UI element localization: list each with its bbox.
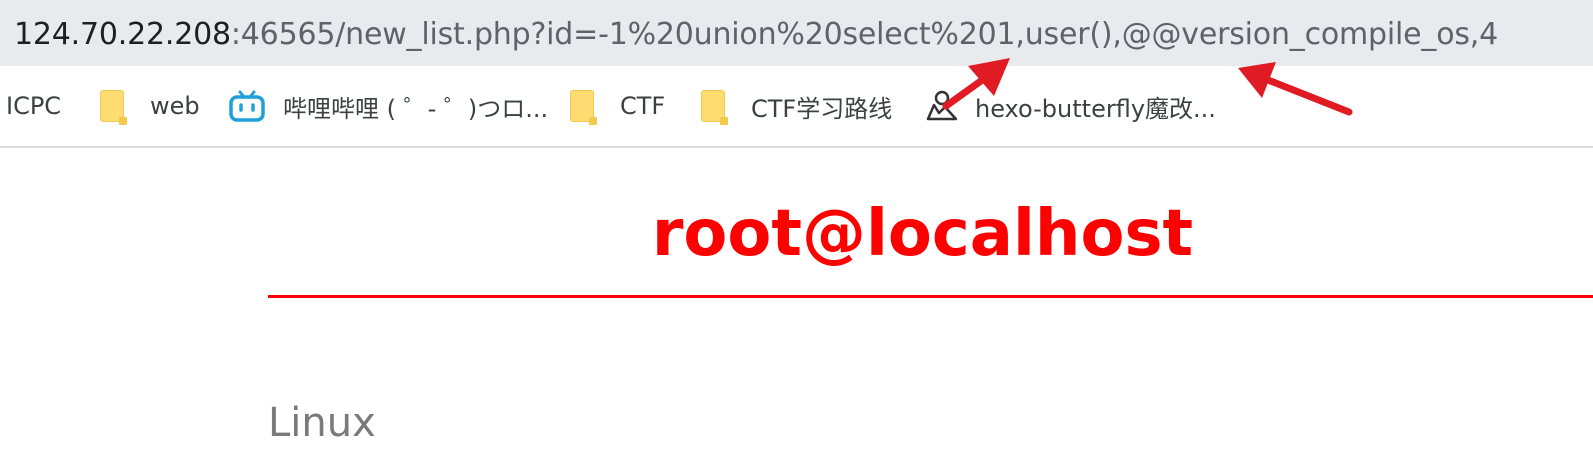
bookmark-web[interactable]: web xyxy=(100,66,200,146)
bookmark-label: CTF xyxy=(620,92,666,120)
folder-icon xyxy=(570,90,597,125)
page-title: root@localhost xyxy=(651,197,1194,271)
site-icon xyxy=(926,90,958,121)
bookmark-label: web xyxy=(150,92,200,120)
bookmark-ctf[interactable]: CTF xyxy=(570,66,665,146)
bookmark-label: hexo-butterfly魔改... xyxy=(975,94,1216,123)
title-divider xyxy=(268,295,1593,298)
bookmark-label: ICPC xyxy=(6,92,62,120)
bookmark-label: 哔哩哔哩 ( ゜- ゜)つロ... xyxy=(283,94,549,123)
bookmark-icpc[interactable]: ICPC xyxy=(6,66,61,146)
bookmark-hexo-butterfly[interactable]: hexo-butterfly魔改... xyxy=(925,66,1216,146)
folder-icon xyxy=(701,90,728,125)
bookmark-label: CTF学习路线 xyxy=(751,94,893,123)
url-host: 124.70.22.208 xyxy=(14,17,231,52)
bookmarks-bar: ICPC web 哔哩哔哩 ( ゜- ゜)つロ... CTF CTF学习路线 h… xyxy=(0,66,1593,148)
bilibili-icon xyxy=(229,90,265,122)
folder-icon xyxy=(100,90,127,125)
page-content-text: Linux xyxy=(268,400,376,446)
url-text[interactable]: 124.70.22.208:46565/new_list.php?id=-1%2… xyxy=(14,13,1498,57)
url-path-query: :46565/new_list.php?id=-1%20union%20sele… xyxy=(230,17,1499,52)
address-bar[interactable]: 124.70.22.208:46565/new_list.php?id=-1%2… xyxy=(0,0,1593,66)
bookmark-bilibili[interactable]: 哔哩哔哩 ( ゜- ゜)つロ... xyxy=(229,66,548,146)
bookmark-ctf-learning-path[interactable]: CTF学习路线 xyxy=(701,66,892,146)
